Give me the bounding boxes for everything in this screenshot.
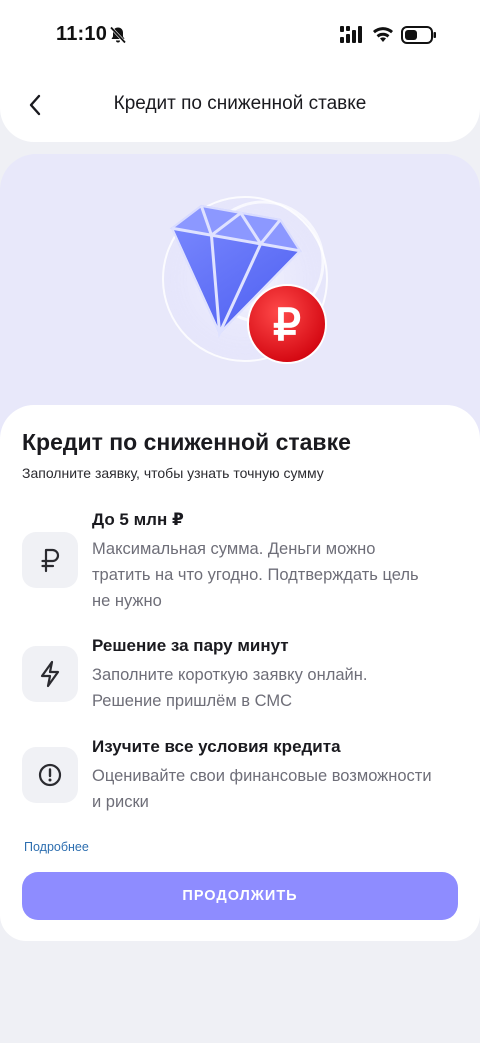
feature-quick-decision: Решение за пару минут Заполните короткую…: [22, 636, 462, 716]
signal-icon: [340, 26, 362, 43]
feature-description: Максимальная сумма. Деньги можно тратить…: [92, 540, 419, 610]
card-title: Кредит по сниженной ставке: [22, 429, 351, 455]
page-title: Кредит по сниженной ставке: [113, 93, 367, 114]
more-details-link[interactable]: Подробнее: [24, 840, 89, 854]
feature-description: Оценивайте свои финансовые возможности и…: [92, 767, 432, 811]
wifi-icon: [373, 27, 393, 42]
status-time: 11:10: [56, 23, 108, 45]
bell-muted-icon: [109, 26, 127, 44]
svg-text:₽: ₽: [273, 301, 301, 350]
feature-title: Решение за пару минут: [92, 636, 289, 655]
lightning-icon: [22, 646, 78, 702]
feature-title: Изучите все условия кредита: [92, 737, 341, 756]
diamond-ruble-illustration: ₽: [162, 196, 328, 364]
feature-loan-terms: Изучите все условия кредита Оценивайте с…: [22, 737, 462, 817]
card-subtitle: Заполните заявку, чтобы узнать точную су…: [22, 465, 324, 481]
content-card: Кредит по сниженной ставке Заполните зая…: [0, 405, 480, 941]
feature-title: До 5 млн ₽: [92, 510, 184, 529]
ruble-icon: [22, 532, 78, 588]
continue-button[interactable]: ПРОДОЛЖИТЬ: [22, 872, 458, 920]
battery-icon: [401, 26, 436, 44]
info-circle-icon: [22, 747, 78, 803]
feature-max-amount: До 5 млн ₽ Максимальная сумма. Деньги мо…: [22, 510, 462, 610]
feature-description: Заполните короткую заявку онлайн. Решени…: [92, 666, 368, 710]
header-card: 11:10 Кредит по сниженной ставке: [0, 0, 480, 142]
status-bar: 11:10: [0, 0, 480, 70]
